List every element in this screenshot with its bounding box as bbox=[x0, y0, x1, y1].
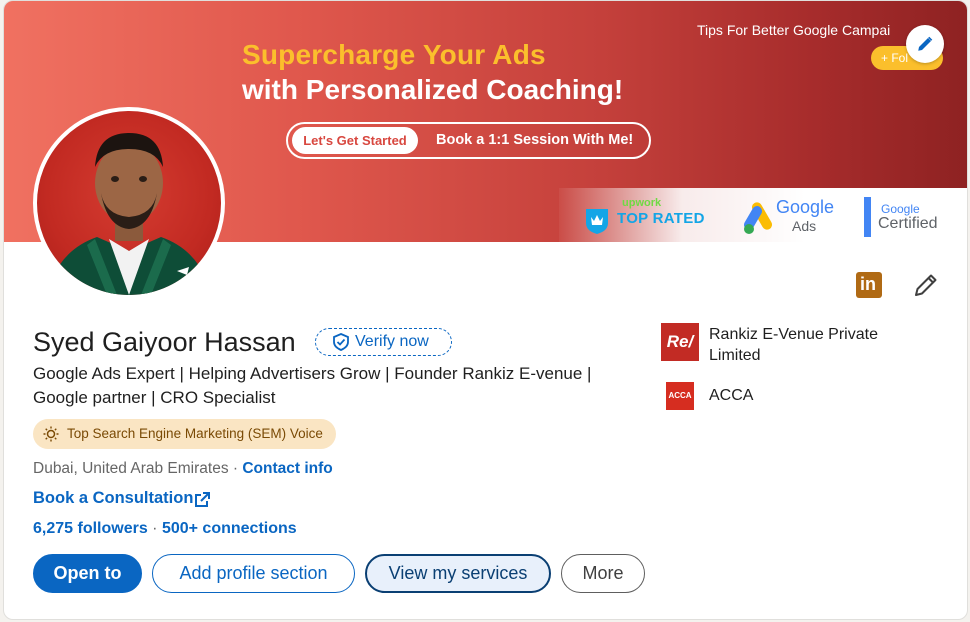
google-ads-logo-icon bbox=[744, 202, 772, 234]
upwork-wordmark: upwork bbox=[622, 197, 662, 209]
google-ads-sub-label: Ads bbox=[792, 218, 817, 234]
pencil-icon bbox=[915, 274, 937, 296]
contact-info-link[interactable]: Contact info bbox=[242, 460, 332, 477]
profile-headline: Google Ads Expert | Helping Advertisers … bbox=[33, 364, 592, 407]
google-certified-wordmark: Google bbox=[881, 202, 920, 216]
verify-now-label: Verify now bbox=[355, 333, 429, 350]
sem-voice-badge[interactable]: Top Search Engine Marketing (SEM) Voice bbox=[33, 419, 336, 449]
shield-check-icon bbox=[333, 333, 349, 351]
company-name: ACCA bbox=[709, 387, 754, 404]
edit-banner-button[interactable] bbox=[906, 25, 944, 63]
upwork-top-rated-label: TOP RATED bbox=[617, 210, 705, 227]
connections-link[interactable]: 500+ connections bbox=[162, 520, 297, 537]
location-separator: · bbox=[228, 460, 243, 477]
pencil-icon bbox=[918, 36, 933, 51]
rankiz-logo: Re/ bbox=[661, 323, 699, 361]
acca-logo: ACCA bbox=[666, 382, 694, 410]
profile-avatar[interactable] bbox=[33, 107, 225, 299]
banner-tips-text: Tips For Better Google Campai bbox=[697, 22, 891, 38]
profile-card: Supercharge Your Ads with Personalized C… bbox=[3, 0, 968, 620]
add-profile-section-button[interactable]: Add profile section bbox=[152, 554, 355, 593]
profile-name: Syed Gaiyoor Hassan bbox=[33, 327, 296, 357]
location-line: Dubai, United Arab Emirates · Contact in… bbox=[33, 460, 333, 478]
banner-headline-line1: Supercharge Your Ads bbox=[242, 39, 546, 70]
verify-now-button[interactable]: Verify now bbox=[315, 328, 452, 356]
book-consultation-link[interactable]: Book a Consultation bbox=[33, 489, 210, 508]
banner-cta-button: Let's Get Started bbox=[292, 127, 418, 154]
google-ads-badge: Google Ads bbox=[742, 195, 837, 237]
google-certified-bar bbox=[864, 197, 871, 237]
google-ads-wordmark: Google bbox=[776, 197, 835, 217]
network-separator: · bbox=[147, 520, 162, 537]
google-certified-sub-label: Certified bbox=[878, 215, 938, 232]
followers-link[interactable]: 6,275 followers bbox=[33, 520, 148, 537]
upwork-top-rated-badge: upwork TOP RATED bbox=[584, 197, 719, 237]
banner-cta-group: Let's Get Started Book a 1:1 Session Wit… bbox=[286, 122, 651, 159]
profile-location: Dubai, United Arab Emirates bbox=[33, 460, 229, 477]
lightbulb-icon bbox=[43, 426, 59, 442]
banner-cta-text: Book a 1:1 Session With Me! bbox=[436, 132, 634, 148]
view-my-services-button[interactable]: View my services bbox=[365, 554, 551, 593]
network-line: 6,275 followers · 500+ connections bbox=[33, 520, 297, 538]
sem-voice-label: Top Search Engine Marketing (SEM) Voice bbox=[67, 426, 323, 441]
company-name: Rankiz E-Venue Private Limited bbox=[709, 326, 878, 364]
linkedin-icon[interactable]: in bbox=[856, 272, 882, 298]
book-consultation-label: Book a Consultation bbox=[33, 489, 194, 507]
google-certified-badge: Google Certified bbox=[864, 197, 954, 237]
banner-headline-line2: with Personalized Coaching! bbox=[242, 74, 624, 105]
external-link-icon bbox=[195, 492, 210, 507]
shield-icon bbox=[586, 209, 608, 234]
more-button[interactable]: More bbox=[561, 554, 645, 593]
profile-photo bbox=[47, 133, 211, 295]
open-to-button[interactable]: Open to bbox=[33, 554, 142, 593]
edit-profile-button[interactable] bbox=[912, 271, 940, 299]
